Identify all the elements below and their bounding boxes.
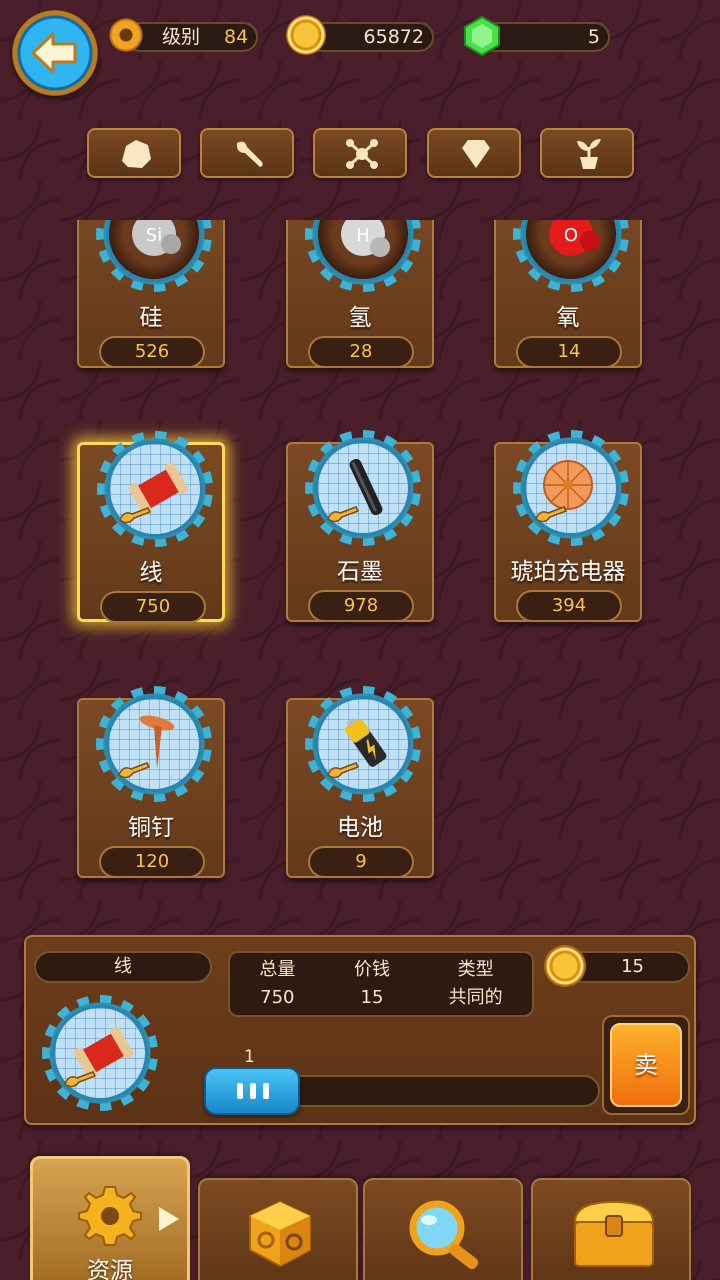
sell-price-value: 15 [621,956,644,977]
tab-mystery-cube[interactable] [198,1178,358,1280]
item-name: 石墨 [337,559,383,585]
item-detail-panel: 线 总量 750 价钱 15 类型 共同的 15 1 卖 [24,935,696,1125]
tab-resources-label: 资源 [87,1258,133,1280]
item-name: 琥珀充电器 [510,559,626,585]
level-value: 84 [224,26,249,48]
hydrogen-element-icon: H [315,220,411,282]
tab-resources[interactable]: 资源 [30,1156,190,1280]
tab-treasure[interactable] [531,1178,691,1280]
sell-quantity: 1 [244,1047,255,1067]
coin-icon [286,15,326,55]
stat-price: 价钱 15 [354,956,390,1012]
category-tab-plants[interactable] [540,128,634,178]
item-count: 9 [308,846,414,878]
category-tab-minerals[interactable] [87,128,181,178]
treasure-chest-icon [573,1200,655,1267]
element-symbol: H [356,225,370,246]
item-frame [513,430,629,546]
stat-type: 类型 共同的 [449,956,503,1012]
item-name: 氢 [348,305,372,331]
craftable-wrench-icon [327,506,360,523]
element-symbol: O [564,225,578,246]
rock-icon [122,140,151,168]
mystery-cube-icon [249,1200,311,1268]
sell-button[interactable]: 卖 [602,1015,690,1115]
item-count: 750 [100,591,206,623]
item-count: 28 [308,336,414,368]
item-card-thread[interactable]: 线 750 [77,431,225,623]
gem-icon [460,14,500,57]
item-count: 120 [99,846,205,878]
magnifier-icon [409,1200,479,1270]
craftable-wrench-icon [64,1071,97,1088]
gem-value: 5 [587,26,600,48]
play-arrow-icon [159,1207,179,1231]
back-button[interactable] [12,10,98,96]
craftable-wrench-icon [119,507,152,524]
item-count: 394 [516,590,622,622]
stat-price-value: 15 [360,987,384,1008]
item-name: 电池 [337,815,383,841]
item-name: 铜钉 [128,815,174,841]
wrench-icon [236,141,263,167]
item-frame [305,686,421,802]
craftable-wrench-icon [535,506,568,523]
silicon-element-icon: Si [106,220,202,282]
category-tab-tools[interactable] [200,128,294,178]
oxygen-element-icon: O [523,220,619,282]
tab-search[interactable] [363,1178,523,1280]
selected-item-frame [42,995,158,1111]
item-frame: Si [96,220,212,292]
back-arrow-icon [31,32,77,74]
item-name: 氧 [556,305,580,331]
item-card-oxygen[interactable]: O 氧 14 [494,220,642,368]
item-frame: O [513,220,629,292]
item-frame [97,431,213,547]
item-name: 硅 [139,305,163,331]
item-card-amber-charger[interactable]: 琥珀充电器 394 [494,430,642,622]
stat-total: 总量 750 [259,956,295,1012]
item-grid[interactable]: Si 硅 526 H 氢 28 O 氧 14 线 750 石墨 978 琥珀充电… [0,220,720,910]
item-frame: H [305,220,421,292]
item-card-hydrogen[interactable]: H 氢 28 [286,220,434,368]
item-stats-box: 总量 750 价钱 15 类型 共同的 [228,951,534,1017]
item-card-silicon[interactable]: Si 硅 526 [77,220,225,368]
item-count: 978 [308,590,414,622]
category-tab-compounds[interactable] [313,128,407,178]
item-count: 526 [99,336,205,368]
molecule-icon [346,139,378,169]
selected-item-name: 线 [34,951,212,983]
diamond-icon [462,140,490,168]
quantity-slider-handle[interactable] [204,1067,300,1115]
sell-button-label: 卖 [610,1023,682,1107]
stat-total-value: 750 [260,987,295,1008]
item-count: 14 [516,336,622,368]
item-name: 线 [139,560,163,586]
item-card-graphite[interactable]: 石墨 978 [286,430,434,622]
stat-type-value: 共同的 [448,987,503,1008]
item-card-copper-nail[interactable]: 铜钉 120 [77,686,225,878]
sprout-icon [577,139,601,169]
stat-type-label: 类型 [457,959,494,980]
level-label: 级别 [162,26,201,48]
item-frame [96,686,212,802]
gear-icon [78,1186,142,1246]
level-gear-icon [106,15,146,55]
item-card-battery[interactable]: 电池 9 [286,686,434,878]
craftable-wrench-icon [327,762,360,779]
item-frame [305,430,421,546]
coin-value: 65872 [363,26,424,48]
stat-total-label: 总量 [259,959,296,980]
category-tab-gems[interactable] [427,128,521,178]
coin-icon [544,945,586,987]
craftable-wrench-icon [118,762,151,779]
stat-price-label: 价钱 [353,959,390,980]
element-symbol: Si [146,225,162,246]
